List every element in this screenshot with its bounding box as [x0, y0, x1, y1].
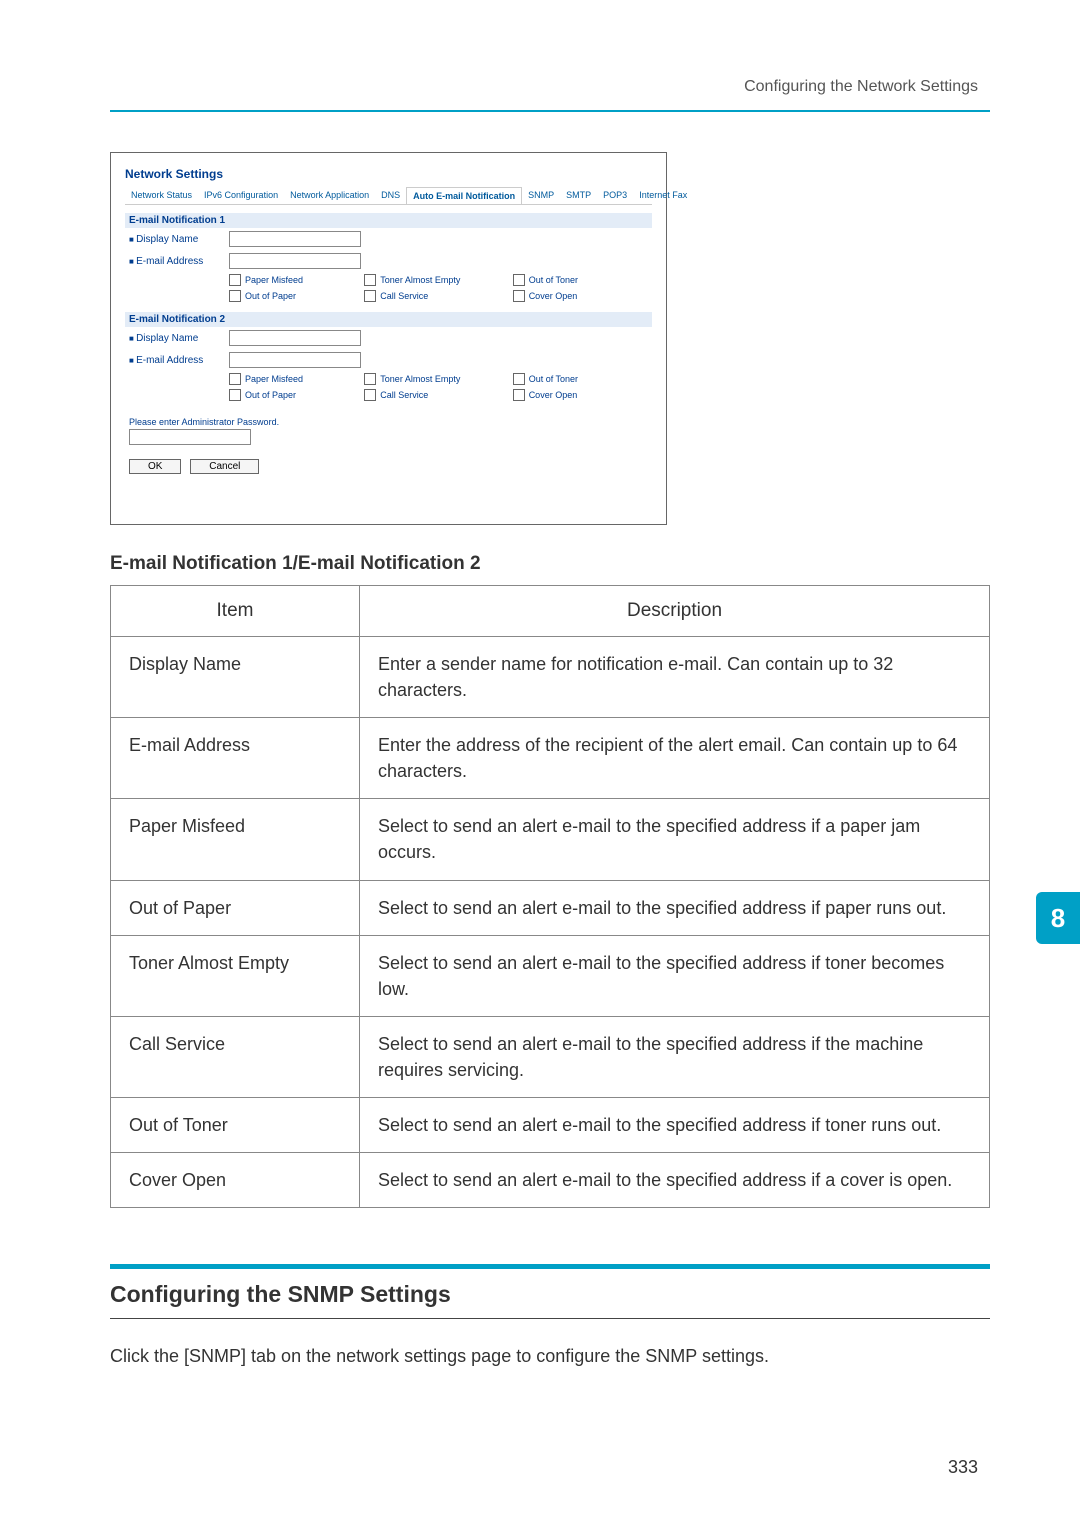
- label-display-name-2: Display Name: [129, 333, 229, 344]
- input-display-name-2[interactable]: [229, 330, 361, 346]
- label-email-address-1: E-mail Address: [129, 256, 229, 267]
- cell-desc: Select to send an alert e-mail to the sp…: [360, 880, 990, 935]
- tab-network-status[interactable]: Network Status: [125, 187, 198, 204]
- cell-desc: Select to send an alert e-mail to the sp…: [360, 935, 990, 1016]
- page-number: 333: [948, 1457, 978, 1478]
- checkbox-out-of-paper-2[interactable]: [229, 389, 241, 401]
- panel-title: Network Settings: [125, 163, 652, 187]
- table-title: E-mail Notification 1/E-mail Notificatio…: [110, 553, 990, 575]
- checkbox-out-of-toner-1[interactable]: [513, 274, 525, 286]
- cell-desc: Select to send an alert e-mail to the sp…: [360, 1016, 990, 1097]
- checkbox-call-service-1[interactable]: [364, 290, 376, 302]
- cell-item: Cover Open: [111, 1153, 360, 1208]
- tab-dns[interactable]: DNS: [375, 187, 406, 204]
- tab-auto-email-notification[interactable]: Auto E-mail Notification: [406, 187, 522, 204]
- cell-item: Paper Misfeed: [111, 799, 360, 880]
- cell-item: Out of Toner: [111, 1098, 360, 1153]
- label-paper-misfeed-1: Paper Misfeed: [245, 275, 303, 285]
- table-row: Call ServiceSelect to send an alert e-ma…: [111, 1016, 990, 1097]
- tab-ipv6[interactable]: IPv6 Configuration: [198, 187, 284, 204]
- input-email-address-2[interactable]: [229, 352, 361, 368]
- label-paper-misfeed-2: Paper Misfeed: [245, 374, 303, 384]
- checkbox-call-service-2[interactable]: [364, 389, 376, 401]
- cell-item: Out of Paper: [111, 880, 360, 935]
- page-header-title: Configuring the Network Settings: [744, 78, 978, 96]
- input-email-address-1[interactable]: [229, 253, 361, 269]
- label-out-of-toner-2: Out of Toner: [529, 374, 578, 384]
- label-out-of-paper-1: Out of Paper: [245, 291, 296, 301]
- label-toner-almost-empty-2: Toner Almost Empty: [380, 374, 460, 384]
- checkbox-paper-misfeed-1[interactable]: [229, 274, 241, 286]
- table-row: Out of PaperSelect to send an alert e-ma…: [111, 880, 990, 935]
- cell-item: Toner Almost Empty: [111, 935, 360, 1016]
- label-call-service-2: Call Service: [380, 390, 428, 400]
- label-out-of-toner-1: Out of Toner: [529, 275, 578, 285]
- checkbox-toner-almost-empty-2[interactable]: [364, 373, 376, 385]
- label-call-service-1: Call Service: [380, 291, 428, 301]
- table-row: E-mail AddressEnter the address of the r…: [111, 718, 990, 799]
- table-row: Out of TonerSelect to send an alert e-ma…: [111, 1098, 990, 1153]
- label-out-of-paper-2: Out of Paper: [245, 390, 296, 400]
- label-toner-almost-empty-1: Toner Almost Empty: [380, 275, 460, 285]
- cell-item: E-mail Address: [111, 718, 360, 799]
- cell-desc: Enter a sender name for notification e-m…: [360, 637, 990, 718]
- checkbox-out-of-toner-2[interactable]: [513, 373, 525, 385]
- table-row: Toner Almost EmptySelect to send an aler…: [111, 935, 990, 1016]
- ok-button[interactable]: OK: [129, 459, 181, 474]
- tab-network-application[interactable]: Network Application: [284, 187, 375, 204]
- admin-password-note: Please enter Administrator Password.: [125, 403, 652, 429]
- tab-smtp[interactable]: SMTP: [560, 187, 597, 204]
- table-header-item: Item: [111, 586, 360, 637]
- embedded-screenshot: Network Settings Network Status IPv6 Con…: [110, 152, 667, 525]
- cell-desc: Select to send an alert e-mail to the sp…: [360, 1153, 990, 1208]
- cell-desc: Enter the address of the recipient of th…: [360, 718, 990, 799]
- table-header-description: Description: [360, 586, 990, 637]
- checkbox-paper-misfeed-2[interactable]: [229, 373, 241, 385]
- checkbox-cover-open-2[interactable]: [513, 389, 525, 401]
- label-email-address-2: E-mail Address: [129, 355, 229, 366]
- label-cover-open-1: Cover Open: [529, 291, 578, 301]
- cell-desc: Select to send an alert e-mail to the sp…: [360, 799, 990, 880]
- label-cover-open-2: Cover Open: [529, 390, 578, 400]
- tab-snmp[interactable]: SNMP: [522, 187, 560, 204]
- cell-desc: Select to send an alert e-mail to the sp…: [360, 1098, 990, 1153]
- cancel-button[interactable]: Cancel: [190, 459, 259, 474]
- table-row: Cover OpenSelect to send an alert e-mail…: [111, 1153, 990, 1208]
- cell-item: Call Service: [111, 1016, 360, 1097]
- section-heading-snmp: Configuring the SNMP Settings: [110, 1269, 990, 1319]
- tab-pop3[interactable]: POP3: [597, 187, 633, 204]
- admin-password-input[interactable]: [129, 429, 251, 445]
- snmp-body-text: Click the [SNMP] tab on the network sett…: [110, 1343, 990, 1370]
- checkbox-cover-open-1[interactable]: [513, 290, 525, 302]
- table-row: Display NameEnter a sender name for noti…: [111, 637, 990, 718]
- input-display-name-1[interactable]: [229, 231, 361, 247]
- chapter-tab: 8: [1036, 892, 1080, 944]
- cell-item: Display Name: [111, 637, 360, 718]
- section-email-notification-1: E-mail Notification 1: [125, 213, 652, 228]
- header-rule: [110, 110, 990, 112]
- settings-tabs: Network Status IPv6 Configuration Networ…: [125, 187, 652, 205]
- notification-table: Item Description Display NameEnter a sen…: [110, 585, 990, 1208]
- label-display-name-1: Display Name: [129, 234, 229, 245]
- tab-internet-fax[interactable]: Internet Fax: [633, 187, 693, 204]
- table-row: Paper MisfeedSelect to send an alert e-m…: [111, 799, 990, 880]
- checkbox-toner-almost-empty-1[interactable]: [364, 274, 376, 286]
- checkbox-out-of-paper-1[interactable]: [229, 290, 241, 302]
- section-email-notification-2: E-mail Notification 2: [125, 312, 652, 327]
